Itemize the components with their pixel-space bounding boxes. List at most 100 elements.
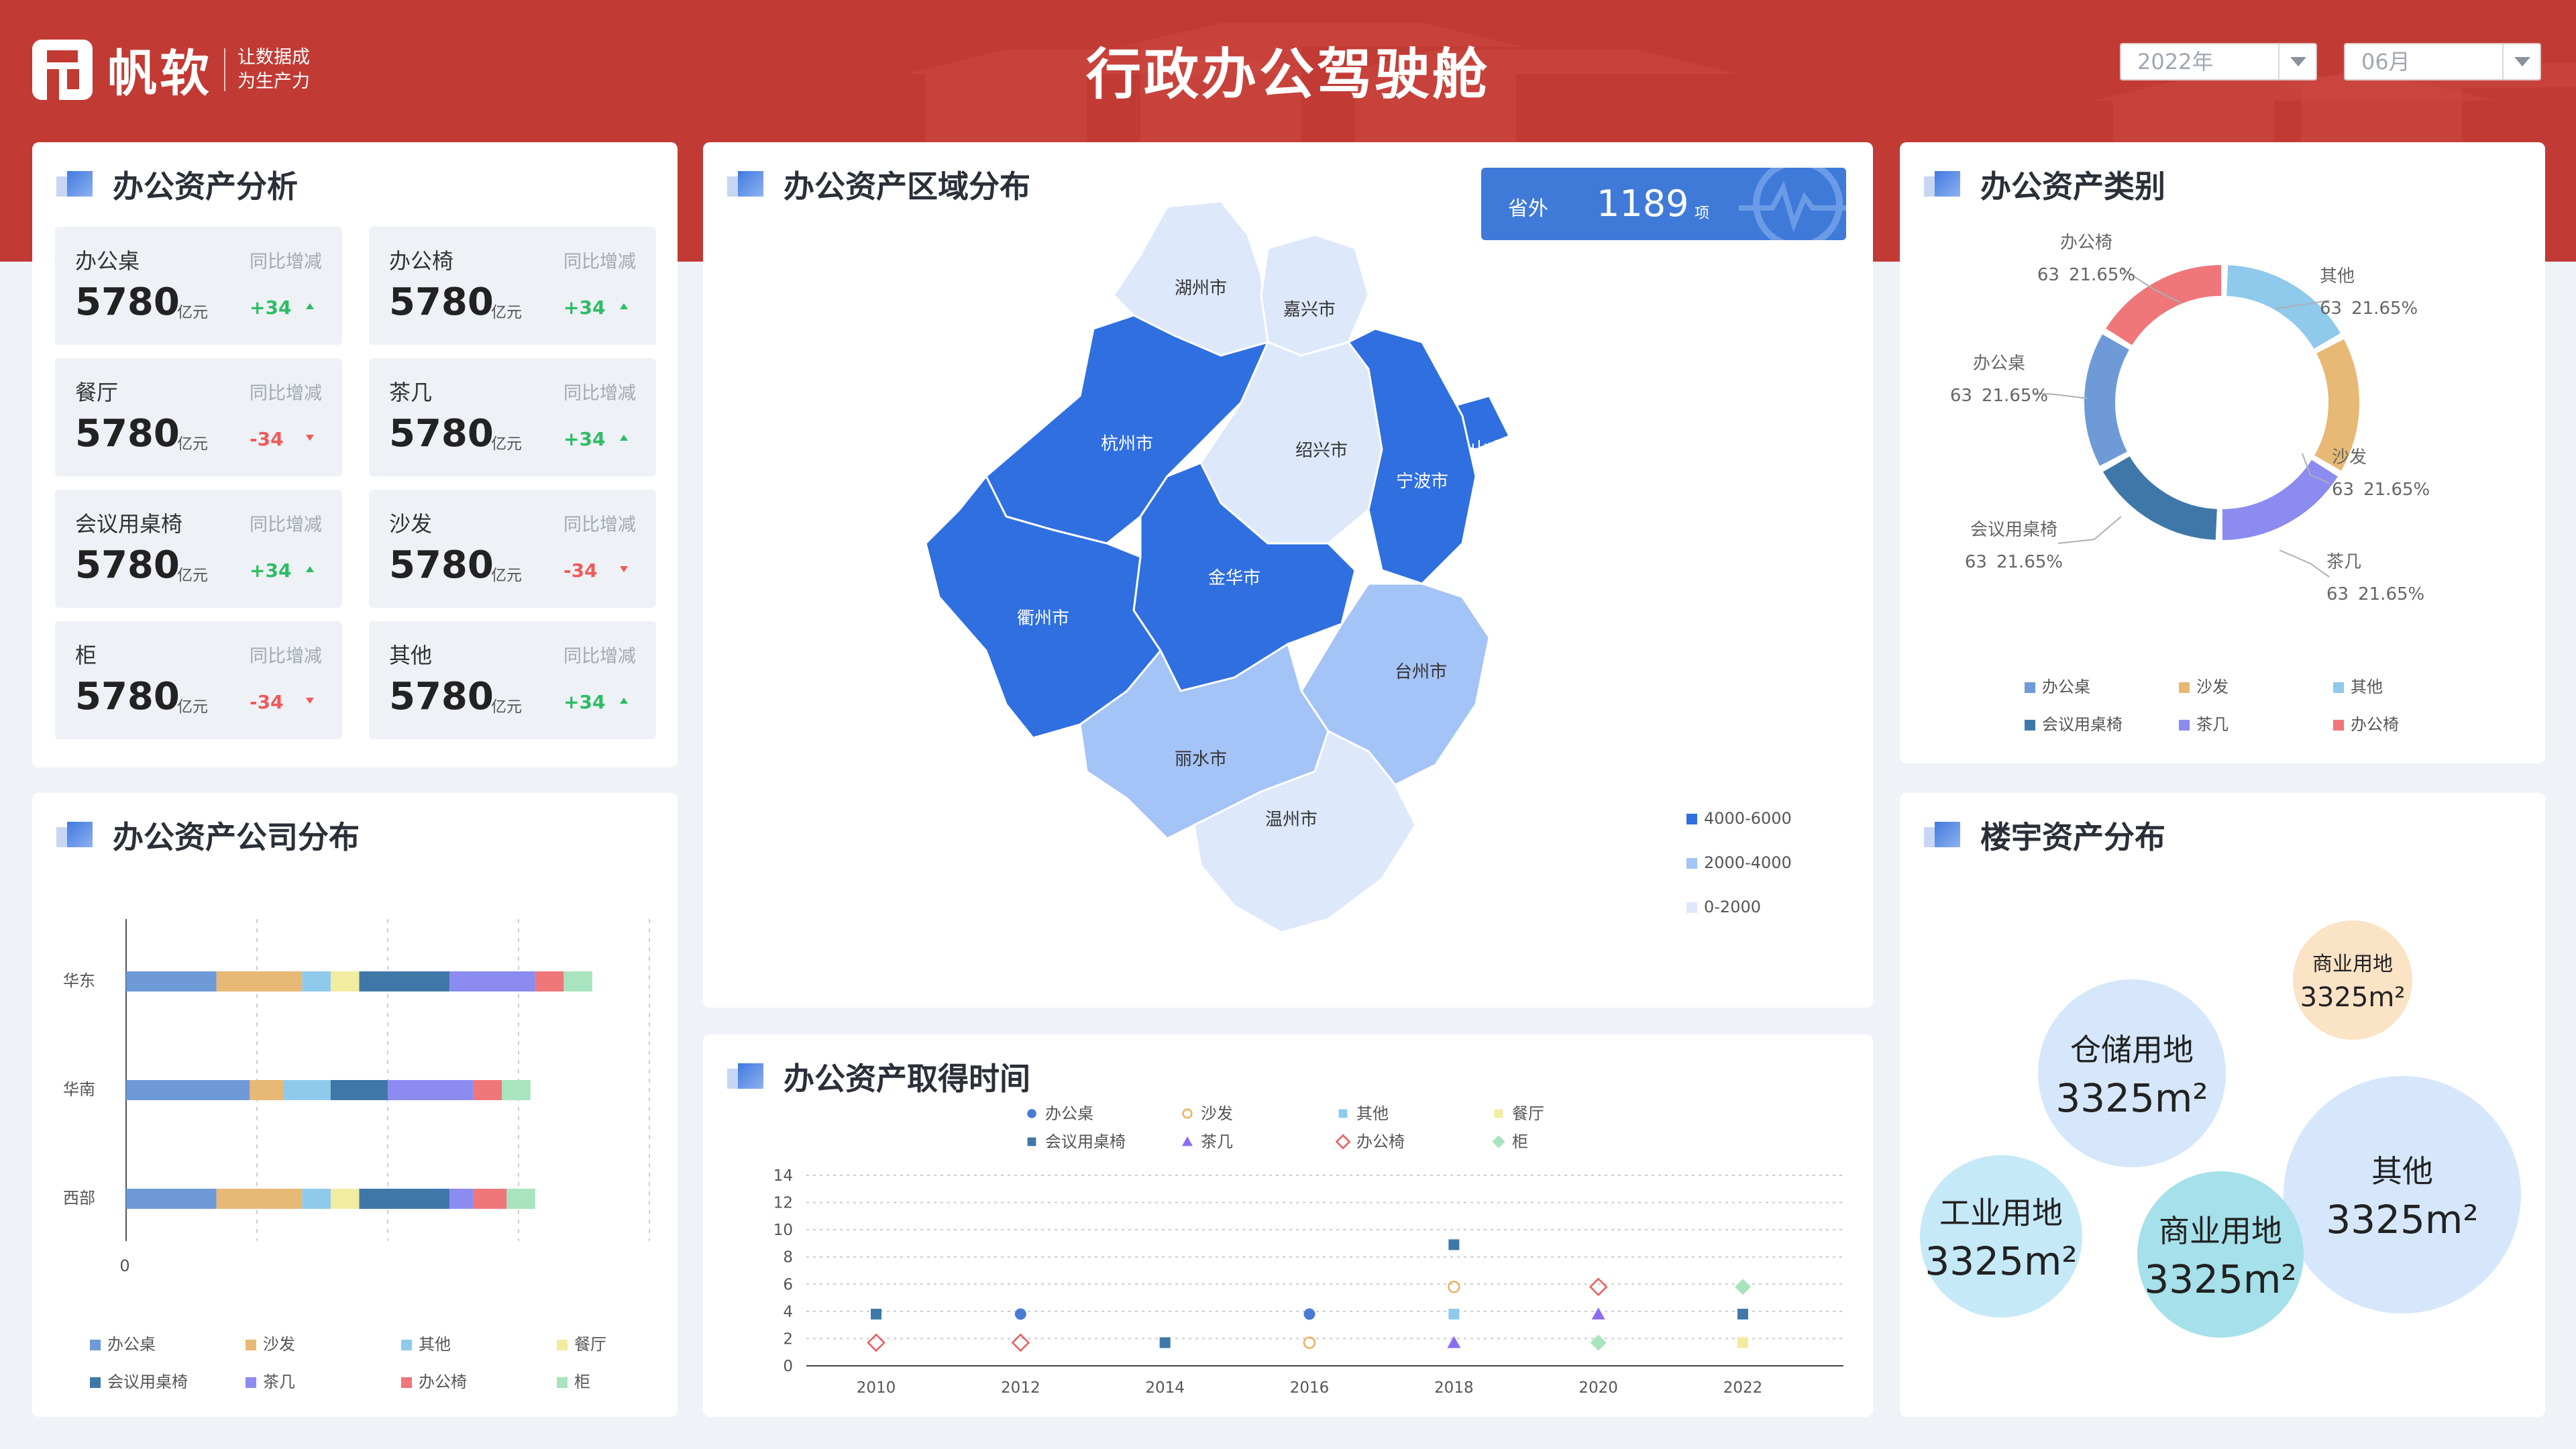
company-legend-item[interactable]: 其他 xyxy=(401,1331,451,1354)
scatter-point[interactable] xyxy=(1737,1337,1748,1348)
scatter-legend-item[interactable]: 会议用桌椅 xyxy=(1027,1132,1126,1151)
bar-segment[interactable] xyxy=(502,1080,531,1100)
month-select[interactable]: 06月 xyxy=(2344,43,2541,80)
category-legend-item[interactable]: 其他 xyxy=(2333,674,2383,697)
bar-segment[interactable] xyxy=(126,1080,250,1100)
chevron-down-icon[interactable] xyxy=(2278,44,2316,79)
scatter-point[interactable] xyxy=(867,1333,885,1352)
asset-card-name: 办公桌 xyxy=(75,248,140,274)
panel-title-text: 办公资产取得时间 xyxy=(784,1061,1030,1097)
map-region-label: 宁波市 xyxy=(1396,472,1448,492)
asset-analysis-panel: 办公资产分析 办公桌 同比增减 5780 亿元 +34 办公椅 同比增减 5780 亿元 +34 餐… xyxy=(32,142,678,767)
scatter-point[interactable] xyxy=(1159,1337,1171,1348)
bar-segment[interactable] xyxy=(302,1189,331,1209)
building-bubble[interactable]: 商业用地 3325m² xyxy=(2293,920,2412,1040)
donut-slice[interactable] xyxy=(2102,455,2218,540)
donut-slice[interactable] xyxy=(2226,265,2341,350)
scatter-point[interactable] xyxy=(1737,1308,1748,1320)
donut-slice[interactable] xyxy=(2084,334,2130,466)
bar-segment[interactable] xyxy=(449,1189,474,1209)
donut-slice[interactable] xyxy=(2222,460,2338,540)
scatter-point[interactable] xyxy=(1591,1307,1605,1320)
bar-segment[interactable] xyxy=(126,1189,217,1209)
scatter-legend-item[interactable]: 办公桌 xyxy=(1027,1104,1093,1123)
company-legend-item[interactable]: 茶几 xyxy=(246,1368,295,1392)
bar-segment[interactable] xyxy=(126,971,217,991)
bar-category-label: 华南 xyxy=(63,1080,95,1099)
company-legend-item[interactable]: 办公椅 xyxy=(401,1368,467,1392)
building-bubble[interactable]: 工业用地 3325m² xyxy=(1920,1155,2082,1318)
panel-title-text: 办公资产分析 xyxy=(113,168,298,205)
scatter-point[interactable] xyxy=(1448,1239,1460,1250)
donut-label-value: 63 21.65% xyxy=(1950,386,2048,406)
trend-down-icon xyxy=(306,435,314,441)
bar-segment[interactable] xyxy=(302,971,331,991)
bar-segment[interactable] xyxy=(250,1080,283,1100)
bar-segment[interactable] xyxy=(473,1189,507,1209)
scatter-point[interactable] xyxy=(1447,1336,1461,1348)
bar-segment[interactable] xyxy=(506,1189,535,1209)
panel-title: 办公资产取得时间 xyxy=(727,1055,1030,1099)
company-legend-item[interactable]: 沙发 xyxy=(246,1331,295,1354)
map-region[interactable]: 嘉兴市 xyxy=(1260,233,1370,357)
scatter-point[interactable] xyxy=(1590,1334,1607,1351)
bar-category-label: 华东 xyxy=(63,971,95,990)
donut-slice[interactable] xyxy=(2106,265,2222,345)
asset-card-unit: 亿元 xyxy=(177,698,208,716)
bar-segment[interactable] xyxy=(359,1189,450,1209)
scatter-legend-item[interactable]: 茶几 xyxy=(1182,1132,1233,1151)
bar-segment[interactable] xyxy=(535,971,564,991)
building-bubble[interactable]: 其他 3325m² xyxy=(2284,1076,2521,1313)
legend-label: 沙发 xyxy=(263,1335,295,1354)
company-legend-item[interactable]: 办公桌 xyxy=(90,1331,156,1354)
category-donut-chart: 办公椅63 21.65% 其他63 21.65%办公桌63 21.65%沙发63 21.6… xyxy=(1950,233,2430,604)
building-bubble[interactable]: 商业用地 3325m² xyxy=(2137,1171,2304,1338)
donut-label-value: 63 21.65% xyxy=(2320,299,2418,319)
scatter-legend-item[interactable]: 沙发 xyxy=(1182,1104,1233,1123)
category-legend-item[interactable]: 沙发 xyxy=(2179,674,2229,697)
scatter-point[interactable] xyxy=(871,1308,881,1320)
chevron-down-icon[interactable] xyxy=(2502,44,2540,79)
category-legend-item[interactable]: 茶几 xyxy=(2179,711,2229,735)
bar-segment[interactable] xyxy=(564,971,592,991)
bar-segment[interactable] xyxy=(330,971,360,991)
company-legend-item[interactable]: 餐厅 xyxy=(557,1331,606,1354)
bar-segment[interactable] xyxy=(216,971,303,991)
scatter-legend-item[interactable]: 办公椅 xyxy=(1335,1132,1405,1151)
bar-segment[interactable] xyxy=(473,1080,502,1100)
scatter-point[interactable] xyxy=(1014,1308,1026,1320)
company-legend-item[interactable]: 会议用桌椅 xyxy=(90,1368,188,1392)
scatter-point[interactable] xyxy=(1011,1333,1030,1352)
year-select[interactable]: 2022年 xyxy=(2120,43,2317,80)
asset-card-unit: 亿元 xyxy=(177,567,208,584)
bar-segment[interactable] xyxy=(388,1080,474,1100)
map-region-shape[interactable] xyxy=(1260,233,1370,357)
building-bubble[interactable]: 仓储用地 3325m² xyxy=(2038,979,2226,1167)
scatter-legend-item[interactable]: 餐厅 xyxy=(1494,1104,1544,1123)
bar-segment[interactable] xyxy=(216,1189,303,1209)
scatter-legend-item[interactable]: 柜 xyxy=(1492,1132,1528,1151)
scatter-point[interactable] xyxy=(1589,1277,1608,1297)
bar-segment[interactable] xyxy=(283,1080,331,1100)
scatter-legend-item[interactable]: 其他 xyxy=(1338,1104,1389,1123)
bar-segment[interactable] xyxy=(330,1189,360,1209)
company-legend-item[interactable]: 柜 xyxy=(557,1368,590,1392)
category-legend-item[interactable]: 会议用桌椅 xyxy=(2025,711,2123,735)
scatter-point[interactable] xyxy=(1448,1281,1460,1293)
donut-slice[interactable] xyxy=(2314,339,2359,471)
bar-segment[interactable] xyxy=(330,1080,388,1100)
category-legend-item[interactable]: 办公椅 xyxy=(2333,711,2399,735)
category-legend-item[interactable]: 办公桌 xyxy=(2025,674,2090,697)
legend-label: 柜 xyxy=(1512,1132,1528,1151)
bar-segment[interactable] xyxy=(449,971,535,991)
asset-card-value: 5780 xyxy=(389,543,494,587)
bar-segment[interactable] xyxy=(359,971,450,991)
legend-label: 办公椅 xyxy=(1356,1132,1405,1151)
scatter-point[interactable] xyxy=(1735,1279,1751,1295)
panel-title-text: 楼宇资产分布 xyxy=(1980,819,2165,855)
map-region-label: 杭州市 xyxy=(1101,434,1153,454)
scatter-point[interactable] xyxy=(1448,1308,1460,1320)
legend-swatch xyxy=(1686,858,1697,869)
panel-title-icon xyxy=(727,171,765,198)
scatter-point[interactable] xyxy=(1303,1308,1316,1320)
